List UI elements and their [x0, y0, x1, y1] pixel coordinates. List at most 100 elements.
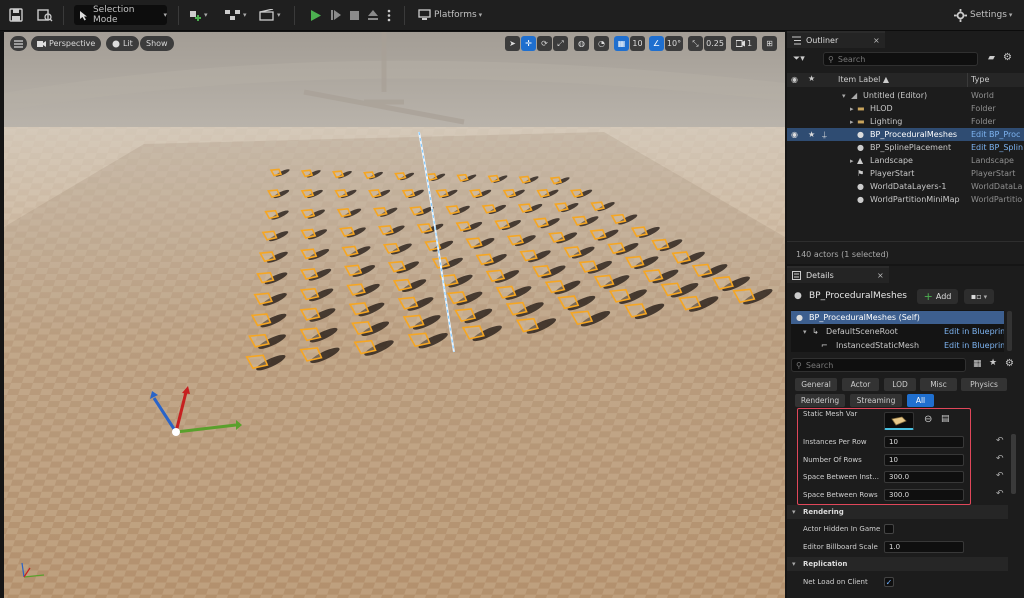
- selection-mode-dropdown[interactable]: Selection Mode ▾: [74, 5, 167, 25]
- viewport-menu-button[interactable]: [10, 36, 27, 51]
- details-tab[interactable]: Details ×: [787, 266, 889, 283]
- reset-icon[interactable]: ↶: [996, 454, 1004, 464]
- grid-snap-icon[interactable]: ▦: [614, 36, 629, 51]
- section-rendering[interactable]: ▾ Rendering: [787, 505, 1008, 519]
- component-scrollbar[interactable]: [1007, 311, 1012, 351]
- blueprint-options-button[interactable]: ▪▫ ▾: [964, 289, 994, 304]
- cinematics-button[interactable]: ▾: [259, 5, 281, 25]
- settings-dropdown[interactable]: Settings ▾: [954, 5, 1012, 25]
- translate-icon[interactable]: ✛: [521, 36, 536, 51]
- add-component-button[interactable]: + Add: [917, 289, 958, 304]
- mesh-thumbnail[interactable]: [884, 412, 914, 430]
- outliner-row-bp-spline[interactable]: ● BP_SplinePlacement Edit BP_Splin: [787, 141, 1024, 154]
- reset-icon[interactable]: ↶: [996, 436, 1004, 446]
- rotation-snap-icon[interactable]: ∠: [649, 36, 664, 51]
- component-row-root[interactable]: ▾ ↳ DefaultSceneRoot Edit in Blueprint: [791, 325, 1004, 338]
- use-selected-icon[interactable]: ⊖: [924, 414, 932, 425]
- rotate-icon[interactable]: ⟳: [537, 36, 552, 51]
- edit-in-blueprint-link[interactable]: Edit in Blueprint: [944, 341, 1004, 350]
- scale-icon[interactable]: ⤢: [553, 36, 568, 51]
- scale-snap-value[interactable]: 0.25: [704, 36, 726, 51]
- view-mode-button[interactable]: Lit: [106, 36, 139, 51]
- blueprint-button[interactable]: ▾: [225, 5, 247, 25]
- chevron-down-icon[interactable]: ▾: [842, 92, 846, 100]
- col-type[interactable]: Type: [971, 75, 989, 84]
- category-physics[interactable]: Physics: [961, 378, 1007, 391]
- filter-icon[interactable]: ⏷▾: [793, 54, 805, 64]
- section-replication[interactable]: ▾ Replication: [787, 557, 1008, 571]
- category-lod[interactable]: LOD: [884, 378, 916, 391]
- viewport-scene[interactable]: [4, 32, 785, 598]
- gear-icon[interactable]: ⚙: [1003, 52, 1012, 63]
- category-streaming[interactable]: Streaming: [850, 394, 902, 407]
- play-icon[interactable]: [310, 5, 322, 25]
- row-type-link[interactable]: Edit BP_Splin: [971, 143, 1023, 152]
- select-mode-icon[interactable]: ➤: [505, 36, 520, 51]
- outliner-row-lighting[interactable]: ▸ ▬ Lighting Folder: [787, 115, 1024, 128]
- col-item-label[interactable]: Item Label ▲: [838, 75, 889, 84]
- grid-snap-value[interactable]: 10: [630, 36, 645, 51]
- chevron-right-icon[interactable]: ▸: [850, 105, 854, 113]
- category-rendering[interactable]: Rendering: [795, 394, 845, 407]
- row-type-link[interactable]: Edit BP_Proc: [971, 130, 1020, 139]
- instances-per-row-field[interactable]: 10: [884, 436, 964, 448]
- eye-icon[interactable]: ◉: [791, 130, 798, 139]
- actor-hidden-checkbox[interactable]: [884, 524, 894, 534]
- eye-icon[interactable]: ◉: [791, 75, 798, 84]
- content-browser-icon[interactable]: [37, 5, 53, 25]
- scale-snap-icon[interactable]: ⤡: [688, 36, 703, 51]
- outliner-row-landscape[interactable]: ▸ ▲ Landscape Landscape: [787, 154, 1024, 167]
- category-misc[interactable]: Misc: [920, 378, 957, 391]
- add-actor-button[interactable]: ▾: [188, 5, 208, 25]
- outliner-row-worlddatalayers[interactable]: ● WorldDataLayers-1 WorldDataLa: [787, 180, 1024, 193]
- chevron-down-icon[interactable]: ▾: [803, 328, 807, 336]
- edit-in-blueprint-link[interactable]: Edit in Blueprint: [944, 327, 1004, 336]
- category-general[interactable]: General: [795, 378, 837, 391]
- close-icon[interactable]: ×: [873, 36, 880, 45]
- category-actor[interactable]: Actor: [842, 378, 879, 391]
- platforms-dropdown[interactable]: Platforms ▾: [418, 5, 482, 25]
- outliner-row-minimap[interactable]: ● WorldPartitionMiniMap WorldPartitio: [787, 193, 1024, 206]
- space-between-inst-field[interactable]: 300.0: [884, 471, 964, 483]
- component-row-self[interactable]: ● BP_ProceduralMeshes (Self): [791, 311, 1004, 324]
- outliner-row-world[interactable]: ▾ ◢ Untitled (Editor) World: [787, 89, 1024, 102]
- level-viewport[interactable]: Perspective Lit Show ➤ ✛ ⟳ ⤢ ◍ ◔ ▦ 10 ∠ …: [4, 32, 785, 598]
- surface-snap-icon[interactable]: ◔: [594, 36, 609, 51]
- close-icon[interactable]: ×: [877, 271, 884, 280]
- reset-icon[interactable]: ↶: [996, 471, 1004, 481]
- property-matrix-icon[interactable]: ▦: [973, 359, 982, 369]
- star-icon[interactable]: ★: [808, 130, 815, 139]
- world-space-icon[interactable]: ◍: [574, 36, 589, 51]
- component-row-ism[interactable]: ⌐ InstancedStaticMesh Edit in Blueprint: [791, 339, 1004, 352]
- maximize-viewport-icon[interactable]: ⊞: [762, 36, 777, 51]
- number-of-rows-field[interactable]: 10: [884, 454, 964, 466]
- outliner-row-bp-procedural[interactable]: ◉ ★ ⍊ ● BP_ProceduralMeshes Edit BP_Proc: [787, 128, 1024, 141]
- star-icon[interactable]: ★: [808, 74, 815, 83]
- category-all[interactable]: All: [907, 394, 934, 407]
- save-icon[interactable]: [9, 5, 23, 25]
- chevron-right-icon[interactable]: ▸: [850, 118, 854, 126]
- stop-icon[interactable]: [349, 5, 360, 25]
- pin-icon[interactable]: ⍊: [822, 130, 827, 140]
- rotation-snap-value[interactable]: 10°: [665, 36, 683, 51]
- reset-icon[interactable]: ↶: [996, 489, 1004, 499]
- camera-speed-button[interactable]: 1: [731, 36, 757, 51]
- billboard-scale-field[interactable]: 1.0: [884, 541, 964, 553]
- outliner-row-hlod[interactable]: ▸ ▬ HLOD Folder: [787, 102, 1024, 115]
- outliner-search-input[interactable]: ⚲ Search: [823, 52, 978, 66]
- step-icon[interactable]: [330, 5, 342, 25]
- more-options-icon[interactable]: [387, 5, 391, 25]
- chevron-right-icon[interactable]: ▸: [850, 157, 854, 165]
- add-folder-icon[interactable]: ▰: [988, 53, 995, 63]
- outliner-row-playerstart[interactable]: ⚑ PlayerStart PlayerStart: [787, 167, 1024, 180]
- browse-asset-icon[interactable]: ▤: [941, 414, 950, 424]
- details-search-input[interactable]: ⚲ Search: [791, 358, 966, 372]
- details-scrollbar[interactable]: [1011, 434, 1016, 494]
- star-icon[interactable]: ★: [989, 358, 997, 368]
- outliner-tab[interactable]: Outliner ×: [787, 31, 885, 48]
- eject-icon[interactable]: [367, 5, 379, 25]
- actor-name[interactable]: BP_ProceduralMeshes: [809, 291, 907, 301]
- perspective-button[interactable]: Perspective: [31, 36, 102, 51]
- net-load-checkbox[interactable]: ✓: [884, 577, 894, 587]
- gear-icon[interactable]: ⚙: [1005, 358, 1014, 369]
